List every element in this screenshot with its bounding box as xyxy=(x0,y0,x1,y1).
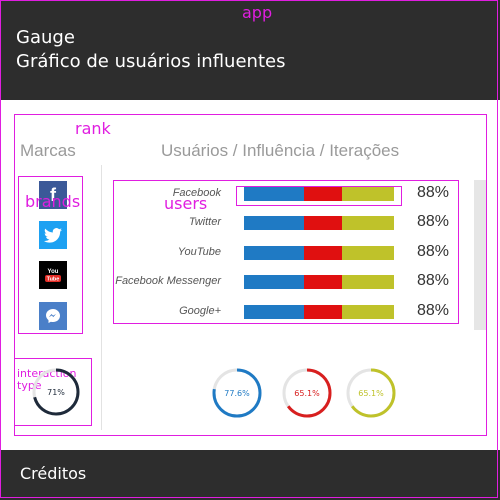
influence-bar xyxy=(244,216,394,230)
bar-segment xyxy=(244,187,304,201)
messenger-icon[interactable] xyxy=(39,302,67,330)
twitter-icon[interactable] xyxy=(39,221,67,249)
user-name: Facebook Messenger xyxy=(115,275,221,287)
bar-segment xyxy=(341,275,394,289)
bar-segment xyxy=(244,246,304,260)
gauge-2: 65.1% xyxy=(282,368,332,418)
youtube-icon[interactable]: You Tube xyxy=(39,261,67,289)
gauge-1: 77.6% xyxy=(212,368,262,418)
bar-segment xyxy=(304,187,342,201)
user-name: Facebook xyxy=(172,187,221,199)
column-divider xyxy=(101,165,102,430)
brands-column-header: Marcas xyxy=(20,141,76,160)
bar-segment xyxy=(244,275,304,289)
bar-segment xyxy=(244,305,304,319)
bar-segment xyxy=(304,275,342,289)
user-percent: 88% xyxy=(417,184,450,201)
bar-segment xyxy=(304,305,342,319)
user-percent: 88% xyxy=(417,243,450,260)
page-title: Gauge xyxy=(16,27,75,48)
interaction-gauge-label: 71% xyxy=(47,388,65,397)
user-name: Google+ xyxy=(179,305,221,317)
user-percent: 88% xyxy=(417,302,450,319)
bar-segment xyxy=(341,246,394,260)
bar-segment xyxy=(341,187,394,201)
influence-bar xyxy=(244,246,394,260)
gauge-2-label: 65.1% xyxy=(294,389,320,398)
page-subtitle: Gráfico de usuários influentes xyxy=(16,51,286,72)
bar-segment xyxy=(304,246,342,260)
user-percent: 88% xyxy=(417,213,450,230)
bar-segment xyxy=(341,305,394,319)
user-name: Twitter xyxy=(188,216,221,228)
svg-text:You: You xyxy=(48,269,59,275)
scrollbar[interactable] xyxy=(474,180,486,330)
influence-bar xyxy=(244,305,394,319)
influence-bar xyxy=(244,275,394,289)
bar-segment xyxy=(341,216,394,230)
footer: Créditos xyxy=(0,450,500,500)
user-percent: 88% xyxy=(417,272,450,289)
users-column-header: Usuários / Influência / Iterações xyxy=(161,141,400,160)
influence-bar xyxy=(244,187,394,201)
brands-tag: brands xyxy=(25,192,81,211)
bar-segment xyxy=(304,216,342,230)
user-name: YouTube xyxy=(177,246,221,258)
app-tag: app xyxy=(242,3,273,22)
rank-tag: rank xyxy=(75,119,111,138)
app-header: app Gauge Gráfico de usuários influentes xyxy=(0,0,500,100)
gauge-3-label: 65.1% xyxy=(358,389,384,398)
bar-segment xyxy=(244,216,304,230)
credits-link[interactable]: Créditos xyxy=(20,464,86,483)
gauge-3: 65.1% xyxy=(346,368,396,418)
interaction-gauge: 71% xyxy=(32,368,80,416)
svg-text:Tube: Tube xyxy=(47,277,60,283)
gauge-1-label: 77.6% xyxy=(224,389,250,398)
